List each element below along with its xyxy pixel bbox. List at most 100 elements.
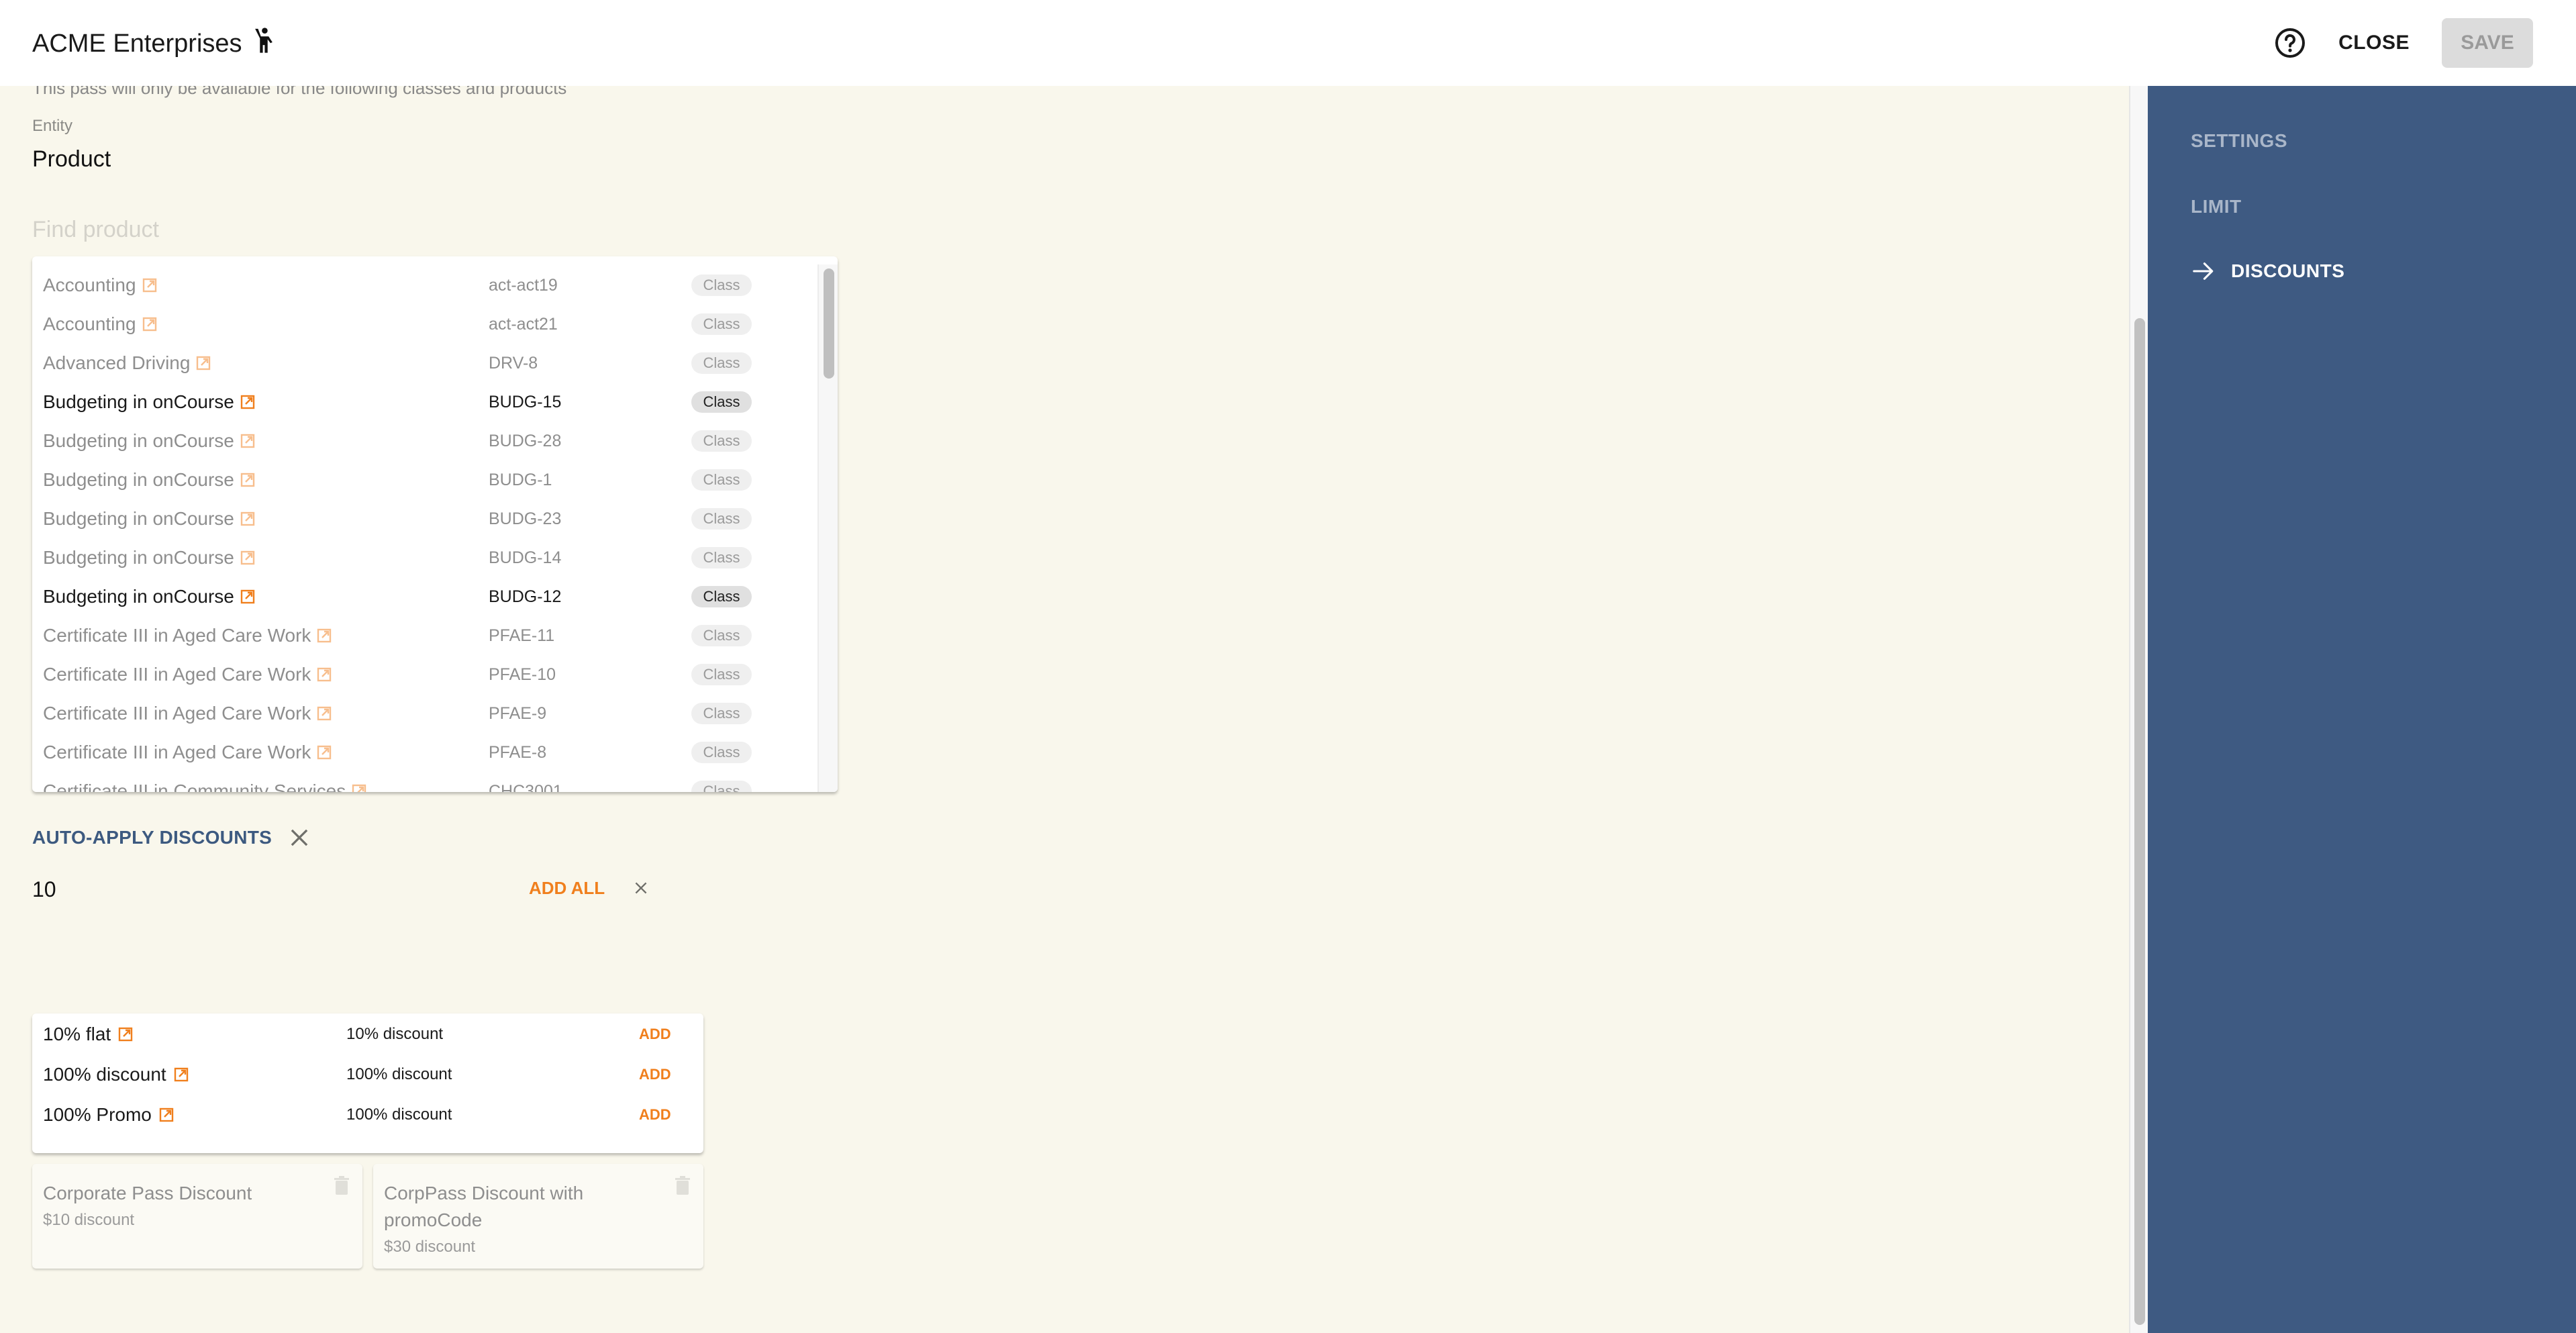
product-code: BUDG-1 (489, 470, 552, 489)
product-name: Certificate III in Community Services (43, 781, 367, 792)
add-all-button[interactable]: ADD ALL (529, 878, 605, 899)
arrow-right-icon (2192, 261, 2215, 281)
open-link-icon[interactable] (240, 511, 256, 527)
product-row[interactable]: Accounting act-act19 Class (32, 266, 818, 305)
discount-description: 100% discount (346, 1065, 452, 1083)
trash-icon[interactable] (675, 1176, 690, 1195)
sidebar-item-label: LIMIT (2191, 196, 2242, 217)
open-link-icon[interactable] (240, 394, 256, 410)
open-link-icon[interactable] (316, 628, 332, 644)
open-link-icon[interactable] (158, 1107, 175, 1123)
close-icon[interactable] (289, 828, 309, 848)
product-row[interactable]: Certificate III in Aged Care Work PFAE-8 C… (32, 733, 818, 772)
open-link-icon[interactable] (316, 666, 332, 683)
product-type-badge: Class (691, 508, 752, 530)
sidebar-item-discounts[interactable]: DISCOUNTS (2192, 260, 2344, 282)
applied-discount-name: CorpPass Discount with promoCode (384, 1183, 584, 1230)
open-link-icon[interactable] (173, 1067, 189, 1083)
product-row[interactable]: Accounting act-act21 Class (32, 305, 818, 344)
sidebar-item-label: DISCOUNTS (2231, 260, 2345, 281)
product-list-scrollbar[interactable] (818, 264, 838, 792)
discount-name-text: 10% flat (43, 1024, 111, 1044)
product-row[interactable]: Certificate III in Aged Care Work PFAE-10… (32, 655, 818, 694)
product-name: Certificate III in Aged Care Work (43, 703, 332, 724)
product-name: Budgeting in onCourse (43, 508, 256, 530)
product-row[interactable]: Certificate III in Aged Care Work PFAE-11… (32, 616, 818, 655)
applied-discount-description: $10 discount (43, 1211, 135, 1229)
discount-search-input[interactable] (32, 873, 502, 906)
product-type-badge: Class (691, 430, 752, 452)
product-name: Accounting (43, 313, 158, 335)
applied-discount-card: Corporate Pass Discount $10 discount (32, 1164, 362, 1269)
product-name: Certificate III in Aged Care Work (43, 742, 332, 763)
product-list-scroll-thumb[interactable] (824, 268, 834, 379)
close-button[interactable]: CLOSE (2333, 32, 2415, 54)
add-discount-button[interactable]: ADD (639, 1066, 671, 1083)
product-code: DRV-8 (489, 353, 538, 373)
product-type-badge: Class (691, 391, 752, 413)
product-code: act-act19 (489, 275, 558, 295)
clear-search-icon[interactable] (632, 879, 650, 897)
product-row[interactable]: Budgeting in onCourse BUDG-28 Class (32, 422, 818, 460)
sidebar-item-limit[interactable]: LIMIT (2191, 196, 2242, 217)
product-row[interactable]: Budgeting in onCourse BUDG-14 Class (32, 538, 818, 577)
open-link-icon[interactable] (240, 589, 256, 605)
product-name-text: Certificate III in Aged Care Work (43, 625, 311, 646)
product-code: BUDG-14 (489, 548, 562, 567)
main-scrollbar[interactable] (2129, 86, 2148, 1333)
sidebar-item-settings[interactable]: SETTINGS (2191, 130, 2287, 152)
open-link-icon[interactable] (316, 705, 332, 722)
product-code: PFAE-11 (489, 626, 555, 645)
product-row[interactable]: Advanced Driving DRV-8 Class (32, 344, 818, 383)
discount-search-results: 10% flat 10% discount ADD 100% discount 100%… (32, 1014, 703, 1153)
open-link-icon[interactable] (351, 783, 367, 792)
product-name-text: Certificate III in Aged Care Work (43, 664, 311, 685)
pass-availability-description: This pass will only be available for the… (32, 86, 567, 98)
section-nav-sidebar: SETTINGS LIMIT DISCOUNTS (2148, 86, 2576, 1333)
product-type-badge: Class (691, 664, 752, 685)
product-name-text: Budgeting in onCourse (43, 430, 234, 451)
product-code: PFAE-8 (489, 742, 547, 762)
applied-discount-description: $30 discount (384, 1238, 476, 1256)
product-row[interactable]: Certificate III in Community Services CHC… (32, 772, 818, 792)
product-name: Budgeting in onCourse (43, 430, 256, 452)
open-link-icon[interactable] (240, 472, 256, 488)
product-type-badge: Class (691, 625, 752, 646)
product-list: Accounting act-act19 Class Accounting act-ac… (32, 256, 838, 792)
product-type-badge: Class (691, 781, 752, 792)
discount-description: 10% discount (346, 1025, 444, 1043)
add-discount-button[interactable]: ADD (639, 1106, 671, 1124)
open-link-icon[interactable] (240, 433, 256, 449)
product-name-text: Budgeting in onCourse (43, 547, 234, 568)
entity-value[interactable]: Product (32, 146, 111, 172)
discount-description: 100% discount (346, 1105, 452, 1124)
product-name: Advanced Driving (43, 352, 211, 374)
product-row[interactable]: Budgeting in onCourse BUDG-12 Class (32, 577, 818, 616)
find-product-input[interactable] (32, 212, 838, 247)
save-button[interactable]: SAVE (2442, 18, 2533, 68)
product-row[interactable]: Budgeting in onCourse BUDG-1 Class (32, 460, 818, 499)
product-name-text: Budgeting in onCourse (43, 391, 234, 412)
app-title-text: ACME Enterprises (32, 29, 242, 58)
help-circle-icon[interactable] (2274, 27, 2306, 59)
main-scroll-thumb[interactable] (2134, 318, 2145, 1325)
add-discount-button[interactable]: ADD (639, 1026, 671, 1043)
open-link-icon[interactable] (195, 355, 211, 371)
trash-icon[interactable] (334, 1176, 349, 1195)
open-link-icon[interactable] (240, 550, 256, 566)
product-code: act-act21 (489, 314, 558, 334)
product-code: BUDG-28 (489, 431, 562, 450)
open-link-icon[interactable] (117, 1026, 134, 1042)
product-name: Certificate III in Aged Care Work (43, 664, 332, 685)
product-row[interactable]: Certificate III in Aged Care Work PFAE-9 C… (32, 694, 818, 733)
sidebar-item-label: SETTINGS (2191, 130, 2288, 151)
open-link-icon[interactable] (142, 277, 158, 293)
open-link-icon[interactable] (316, 744, 332, 760)
discount-name: 100% Promo (43, 1104, 175, 1126)
entity-label: Entity (32, 117, 73, 135)
product-row[interactable]: Budgeting in onCourse BUDG-15 Class (32, 383, 818, 422)
product-name-text: Accounting (43, 275, 136, 295)
applied-discount-info: Corporate Pass Discount $10 discount (43, 1180, 298, 1231)
product-row[interactable]: Budgeting in onCourse BUDG-23 Class (32, 499, 818, 538)
open-link-icon[interactable] (142, 316, 158, 332)
